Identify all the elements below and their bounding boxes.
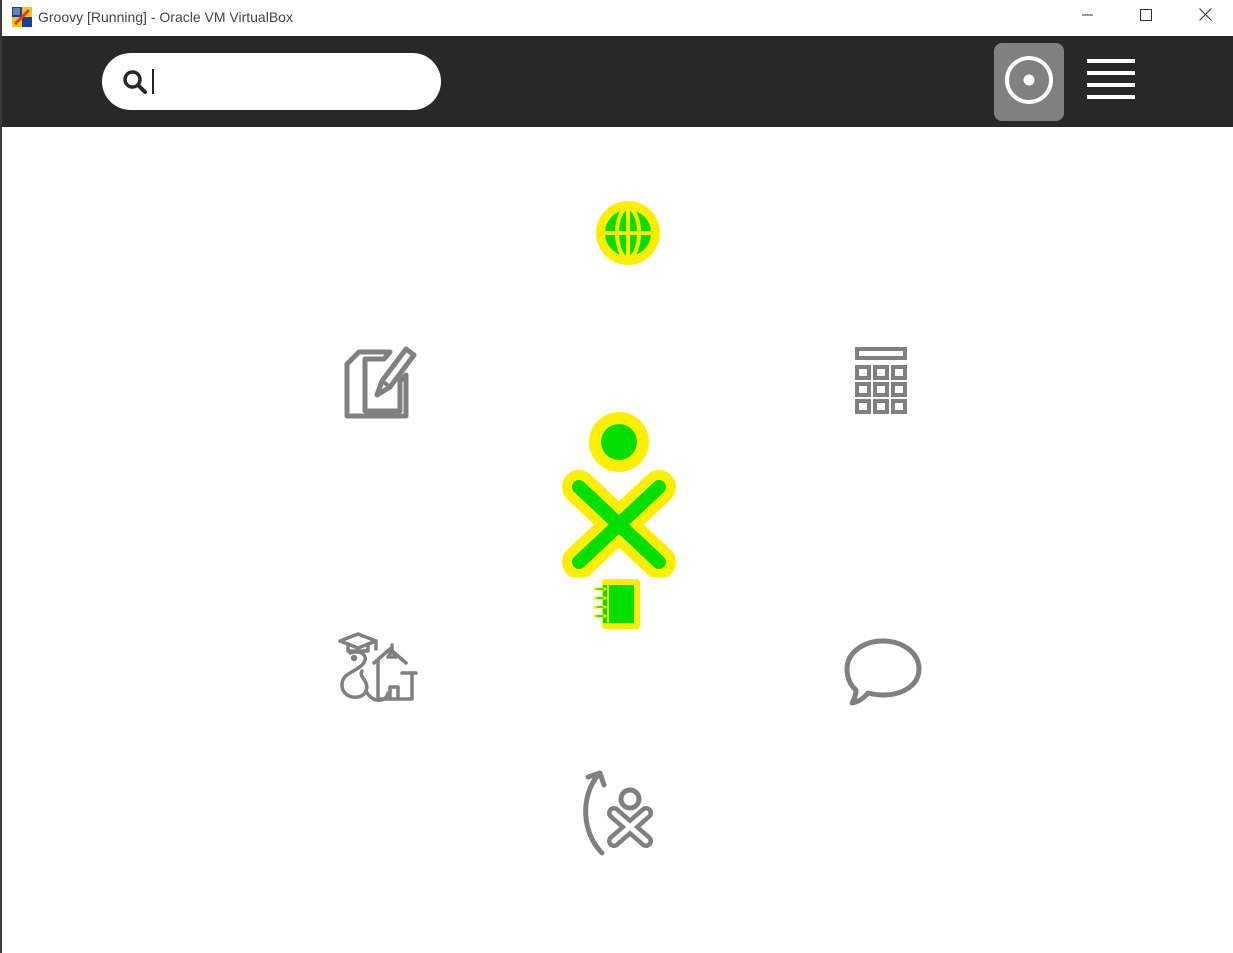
activity-software-update[interactable] [580,767,658,859]
notebook-icon [592,579,644,636]
virtualbox-window: Groovy [Running] - Oracle VM VirtualBox [0,0,1233,953]
activity-write[interactable] [338,339,418,419]
minimize-button[interactable] [1059,0,1117,34]
window-title: Groovy [Running] - Oracle VM VirtualBox [38,9,293,25]
maximize-button[interactable] [1117,0,1175,34]
ring-view-button[interactable] [994,43,1064,121]
xo-update-icon [580,770,658,863]
xo-buddy[interactable] [559,412,681,579]
home-view [2,127,1233,953]
speech-bubble-icon [842,638,924,711]
activity-journal[interactable] [592,576,644,632]
hamburger-menu-icon [1085,57,1137,106]
virtualbox-icon [12,7,32,27]
search-box[interactable] [102,53,441,110]
search-icon [122,69,148,95]
ring-view-icon [1003,54,1055,111]
maximize-icon [1140,8,1152,26]
close-icon [1198,8,1212,26]
activity-browse[interactable] [592,197,664,269]
search-input[interactable] [150,65,420,97]
calculator-icon [852,347,912,421]
activity-pippy[interactable] [332,629,418,709]
title-bar: Groovy [Running] - Oracle VM VirtualBox [2,0,1233,36]
minimize-icon [1082,8,1094,26]
globe-icon [592,201,664,273]
pencil-document-icon [338,346,418,423]
close-button[interactable] [1176,0,1233,34]
activity-calculate[interactable] [852,345,912,417]
text-cursor [152,69,154,94]
activity-chat[interactable] [842,635,924,707]
sugar-toolbar [2,36,1233,127]
snake-school-icon [332,632,418,713]
menu-button[interactable] [1082,51,1140,111]
